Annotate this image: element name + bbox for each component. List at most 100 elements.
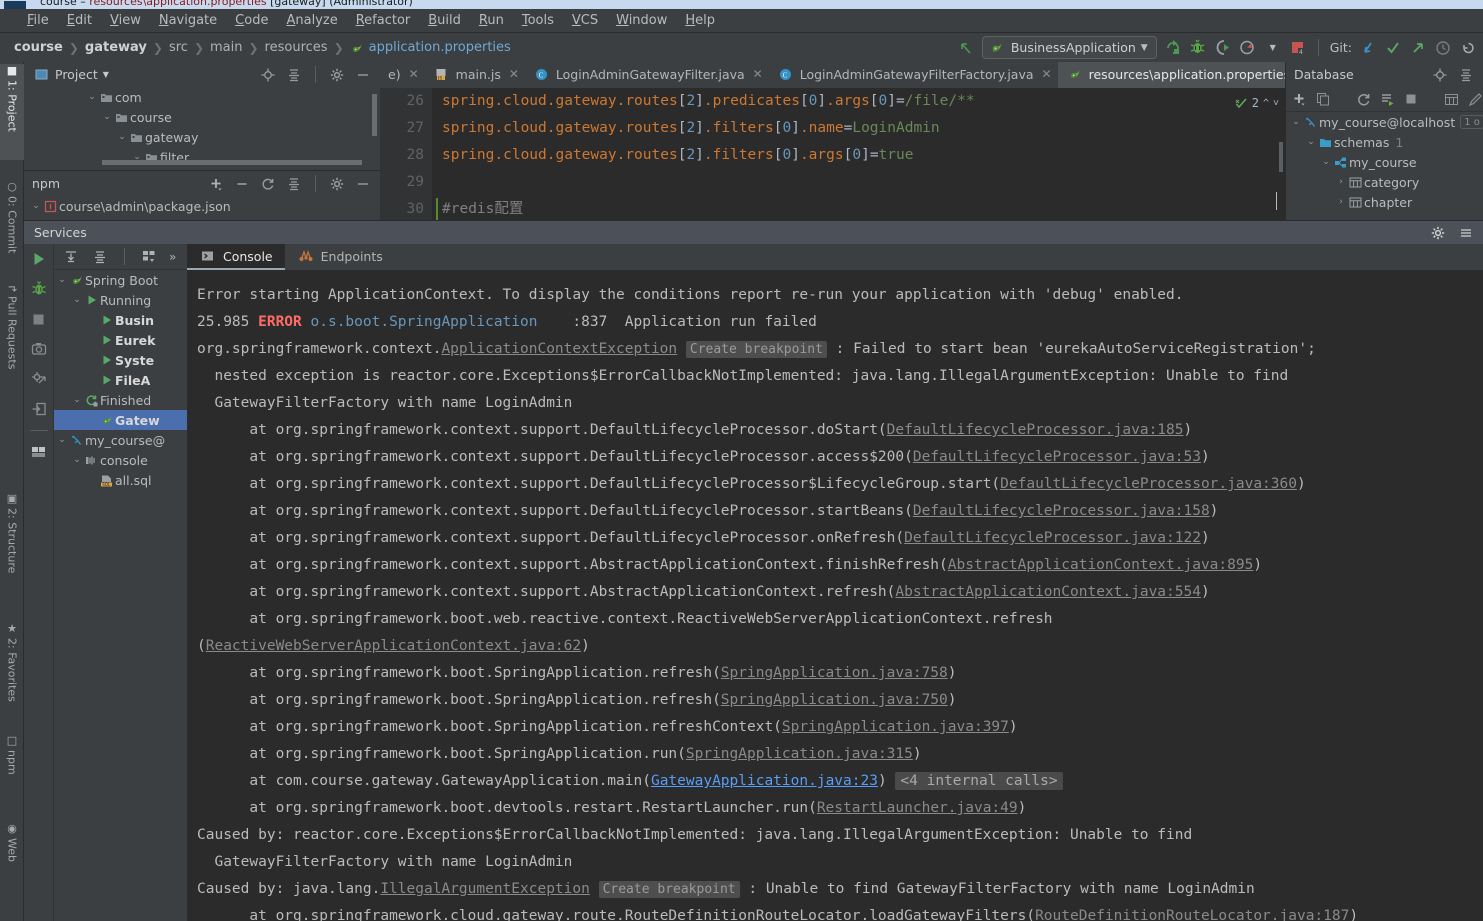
chevron-right-icon[interactable]: › — [1335, 197, 1347, 207]
database-tree-item-node[interactable]: ⌄ my_course — [1286, 152, 1483, 172]
menu-navigate[interactable]: Navigate — [150, 11, 226, 30]
next-problem-icon[interactable]: ˅ — [1273, 90, 1279, 117]
expand-all-icon[interactable] — [62, 248, 80, 266]
editor-tab-resources-application-properties[interactable]: resources\application.properties✕ — [1057, 62, 1285, 88]
console-token[interactable]: AbstractApplicationContext.java:554 — [895, 584, 1201, 600]
rerun-icon[interactable] — [30, 250, 48, 268]
hide-panel-icon[interactable] — [354, 66, 372, 84]
close-icon[interactable]: ✕ — [506, 67, 519, 81]
services-tree-item-node[interactable]: SQL all.sql — [54, 470, 187, 490]
menu-edit[interactable]: Edit — [58, 11, 101, 30]
breadcrumb-application-properties[interactable]: application.properties — [350, 40, 511, 55]
database-tree-item-node[interactable]: › category — [1286, 172, 1483, 192]
console-token[interactable]: GatewayApplication.java:23 — [651, 773, 878, 789]
back-arrow-icon[interactable] — [957, 39, 975, 57]
database-tree-item-node[interactable]: › chapter — [1286, 192, 1483, 212]
git-commit-icon[interactable] — [1384, 39, 1402, 57]
tool-tab-web[interactable]: ◉ Web — [0, 822, 24, 869]
services-tree-item-node[interactable]: ⌄ Spring Boot — [54, 270, 187, 290]
layout-icon[interactable] — [30, 443, 48, 461]
chevron-right-icon[interactable]: › — [1335, 177, 1347, 187]
tool-tab-0--commit[interactable]: ○ 0: Commit — [0, 180, 24, 269]
chevron-down-icon[interactable]: ⌄ — [56, 435, 68, 445]
group-by-icon[interactable] — [140, 248, 158, 266]
profiler-button[interactable] — [1239, 39, 1257, 57]
tool-tab-2--structure[interactable]: ▣ 2: Structure — [0, 492, 24, 602]
tool-tab-npm[interactable]: □ npm — [0, 734, 24, 781]
prev-problem-icon[interactable]: ^ — [1263, 90, 1269, 117]
tool-tab-2--favorites[interactable]: ★ 2: Favorites — [0, 622, 24, 732]
menu-help[interactable]: Help — [676, 11, 724, 30]
chevron-down-icon[interactable]: ⌄ — [86, 92, 98, 102]
tool-tab-pull-requests[interactable]: ↱ Pull Requests — [0, 284, 24, 401]
chevron-down-icon[interactable]: ⌄ — [30, 201, 42, 211]
console-token[interactable]: DefaultLifecycleProcessor.java:158 — [913, 503, 1210, 519]
console-token[interactable]: RestartLauncher.java:49 — [817, 800, 1018, 816]
collapse-all-icon[interactable] — [285, 66, 303, 84]
menu-view[interactable]: View — [101, 11, 150, 30]
console-token[interactable]: DefaultLifecycleProcessor.java:122 — [904, 530, 1201, 546]
table-icon[interactable] — [1444, 90, 1459, 108]
menu-vcs[interactable]: VCS — [563, 11, 607, 30]
copy-icon[interactable] — [1316, 90, 1330, 108]
chevron-down-icon[interactable]: ⌄ — [1320, 157, 1332, 167]
close-icon[interactable]: ✕ — [750, 67, 763, 81]
services-tab-endpoints[interactable]: Endpoints — [285, 244, 395, 270]
run-button[interactable] — [1164, 39, 1182, 57]
locate-icon[interactable] — [259, 66, 277, 84]
breadcrumb-resources[interactable]: resources — [265, 40, 328, 55]
menu-window[interactable]: Window — [607, 11, 676, 30]
hide-panel-icon[interactable] — [354, 175, 372, 193]
inspection-widget[interactable]: 2 ^ ˅ — [1235, 90, 1279, 117]
console-token[interactable]: ReactiveWebServerApplicationContext.java… — [206, 638, 581, 654]
breadcrumb-src[interactable]: src — [169, 40, 188, 55]
services-tree[interactable]: ⌄ Spring Boot ⌄ Running Busin Eurek Syste FileA… — [54, 270, 187, 490]
services-tree-item-node[interactable]: ⌄ Running — [54, 290, 187, 310]
add-icon[interactable] — [207, 175, 225, 193]
thread-dump-icon[interactable] — [30, 370, 48, 388]
stop-icon[interactable] — [1404, 90, 1418, 108]
npm-tree-item-node[interactable]: ⌄ course\admin\package.json — [24, 196, 380, 216]
collapse-all-icon[interactable] — [1457, 66, 1475, 84]
console-token[interactable]: RouteDefinitionRouteLocator.java:187 — [1035, 908, 1349, 921]
code-editor[interactable]: 26 27 28 29 30 spring.cloud.gateway.routes[2… — [380, 88, 1285, 220]
debug-icon[interactable] — [30, 280, 48, 298]
chevron-down-icon[interactable]: ▼ — [103, 70, 109, 79]
debug-button[interactable] — [1189, 39, 1207, 57]
chevron-down-icon[interactable]: ⌄ — [116, 132, 128, 142]
chevron-down-icon[interactable]: ⌄ — [1290, 117, 1302, 127]
chevron-down-icon[interactable]: ⌄ — [56, 275, 68, 285]
services-tree-item-node[interactable]: ⌄ my_course@ — [54, 430, 187, 450]
editor-tab-loginadmingatewayfilter-java[interactable]: C LoginAdminGatewayFilter.java ✕ — [525, 62, 769, 88]
gear-icon[interactable] — [328, 66, 346, 84]
collapse-all-icon[interactable] — [91, 248, 109, 266]
edit-icon[interactable] — [1468, 90, 1483, 108]
services-tree-item-node[interactable]: Busin — [54, 310, 187, 330]
git-update-icon[interactable] — [1359, 39, 1377, 57]
console-token[interactable]: DefaultLifecycleProcessor.java:53 — [913, 449, 1201, 465]
editor-tab-e-[interactable]: e) ✕ — [380, 62, 425, 88]
services-tab-console[interactable]: Console — [187, 244, 285, 270]
attach-icon[interactable] — [30, 400, 48, 418]
database-tree[interactable]: ⌄ my_course@localhost 1 o ⌄ schemas 1 ⌄ my_cour… — [1286, 112, 1483, 212]
chevron-down-icon[interactable]: ▼ — [1264, 39, 1282, 57]
project-tree-item-node[interactable]: ⌄ gateway — [24, 127, 380, 147]
console-token[interactable]: DefaultLifecycleProcessor.java:185 — [887, 422, 1184, 438]
menu-code[interactable]: Code — [226, 11, 277, 30]
project-tree-item-node[interactable]: ⌄ course — [24, 107, 380, 127]
editor-tab-main-js[interactable]: JS main.js ✕ — [425, 62, 525, 88]
collapse-all-icon[interactable] — [285, 175, 303, 193]
breadcrumb-gateway[interactable]: gateway — [85, 40, 147, 55]
database-tree-item-node[interactable]: ⌄ schemas 1 — [1286, 132, 1483, 152]
chevron-down-icon[interactable]: ⌄ — [1305, 137, 1317, 147]
menu-refactor[interactable]: Refactor — [347, 11, 420, 30]
services-tree-item-node[interactable]: Syste — [54, 350, 187, 370]
project-tree[interactable]: ⌄ com ⌄ course ⌄ gateway ⌄ filter — [24, 87, 380, 167]
console-token[interactable]: IllegalArgumentException — [380, 881, 590, 897]
run-query-icon[interactable] — [1380, 90, 1395, 108]
menu-analyze[interactable]: Analyze — [277, 11, 346, 30]
console-token[interactable]: DefaultLifecycleProcessor.java:360 — [1000, 476, 1297, 492]
services-tree-item-node[interactable]: ⌄ Finished — [54, 390, 187, 410]
menu-build[interactable]: Build — [419, 11, 470, 30]
console-token[interactable]: AbstractApplicationContext.java:895 — [948, 557, 1254, 573]
